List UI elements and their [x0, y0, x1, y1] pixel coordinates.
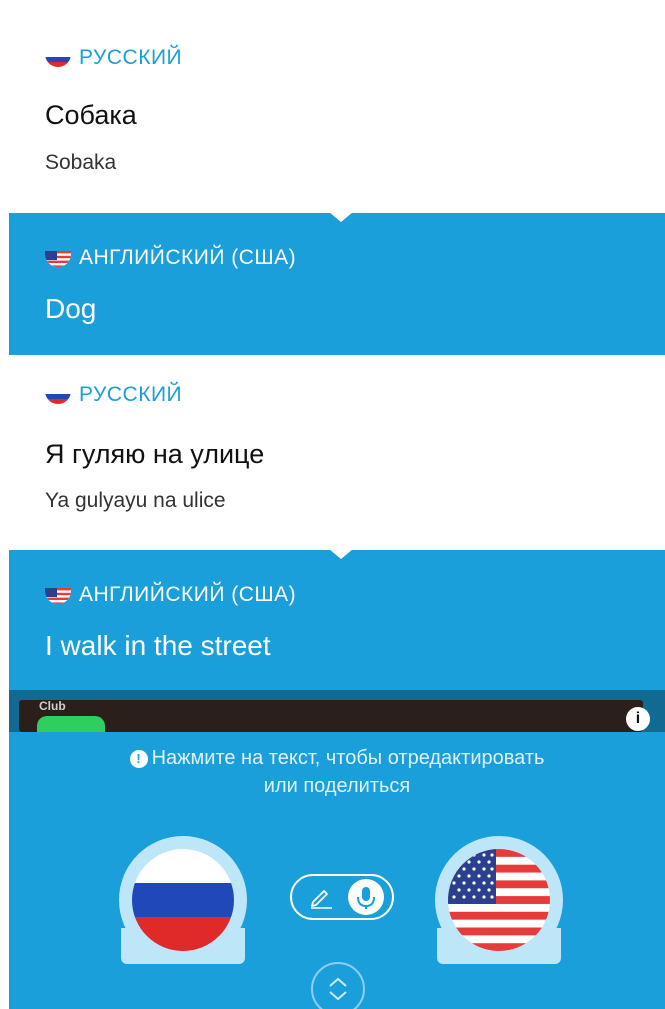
- language-label: РУССКИЙ: [45, 46, 182, 70]
- source-block[interactable]: РУССКИЙ Собака Sobaka: [9, 14, 665, 213]
- edit-hint: ! Нажмите на текст, чтобы отредактировать…: [9, 744, 665, 800]
- translation-text[interactable]: I walk in the street: [45, 630, 271, 662]
- microphone-icon[interactable]: [348, 879, 384, 915]
- russian-speak-button[interactable]: [119, 836, 247, 964]
- language-label: АНГЛИЙСКИЙ (США): [45, 246, 296, 270]
- transliteration-text: Sobaka: [45, 151, 117, 174]
- russia-flag-icon: [45, 387, 71, 404]
- english-speak-button[interactable]: [435, 836, 563, 964]
- hint-line-1: Нажмите на текст, чтобы отредактировать: [151, 747, 545, 769]
- language-label: АНГЛИЙСКИЙ (США): [45, 583, 296, 607]
- transliteration-text: Ya gulyayu na ulice: [45, 489, 226, 512]
- source-text[interactable]: Собака: [45, 100, 137, 131]
- source-text[interactable]: Я гуляю на улице: [45, 439, 264, 470]
- russia-flag-icon: [45, 50, 71, 67]
- language-label: РУССКИЙ: [45, 383, 182, 407]
- ad-banner[interactable]: Club i: [9, 690, 665, 732]
- bottom-panel: ! Нажмите на текст, чтобы отредактировать…: [9, 732, 665, 1009]
- translation-block[interactable]: АНГЛИЙСКИЙ (США) I walk in the street: [9, 549, 665, 690]
- expand-button[interactable]: [311, 962, 365, 1009]
- usa-flag-icon: [45, 587, 71, 604]
- translator-screen: РУССКИЙ Собака Sobaka АНГЛИЙСКИЙ (США) D…: [9, 14, 665, 1009]
- ad-image[interactable]: Club: [19, 700, 643, 732]
- ad-info-icon[interactable]: i: [626, 707, 650, 731]
- pencil-icon[interactable]: [308, 885, 334, 909]
- usa-flag-icon: [45, 250, 71, 267]
- ad-brand: Club: [39, 700, 66, 713]
- ad-button[interactable]: [37, 716, 105, 732]
- translation-block[interactable]: АНГЛИЙСКИЙ (США) Dog: [9, 212, 665, 355]
- source-block[interactable]: РУССКИЙ Я гуляю на улице Ya gulyayu na u…: [9, 355, 665, 550]
- input-mode-toggle[interactable]: [290, 874, 394, 920]
- usa-flag-icon: [448, 849, 550, 951]
- translation-text[interactable]: Dog: [45, 293, 96, 325]
- exclamation-icon: !: [129, 750, 148, 768]
- hint-line-2: или поделиться: [263, 775, 411, 797]
- chevron-up-down-icon: [313, 977, 363, 1009]
- russia-flag-icon: [132, 849, 234, 951]
